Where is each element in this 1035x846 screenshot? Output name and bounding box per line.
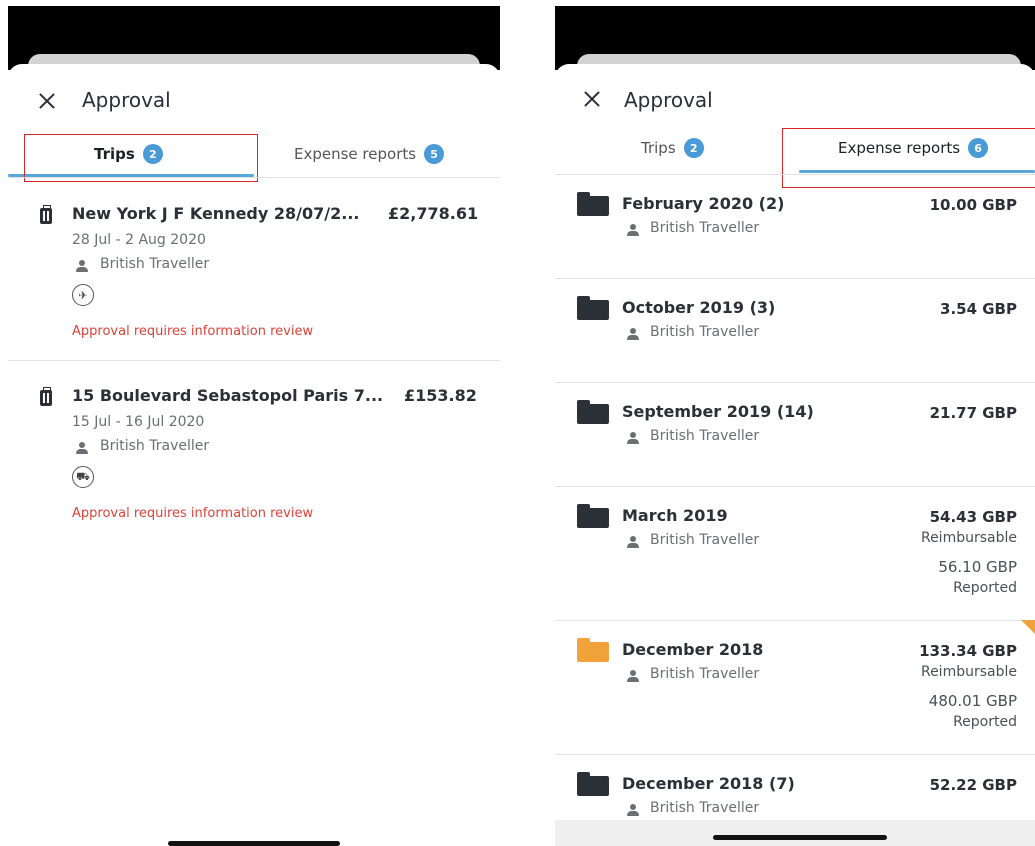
tab-trips[interactable]: Trips 2 [641, 138, 704, 158]
person-icon [627, 432, 639, 444]
list-item[interactable]: September 2019 (14) 21.77 GBP British Tr… [555, 382, 1035, 486]
list-item[interactable]: March 2019 54.43 GBP Reimbursable 56.10 … [555, 486, 1035, 620]
report-title: October 2019 (3) [622, 298, 776, 317]
amount-label: Reimbursable [920, 530, 1017, 546]
traveller-name: British Traveller [650, 666, 760, 682]
folder-icon [577, 296, 609, 320]
report-title: December 2018 (7) [622, 774, 795, 793]
traveller-name: British Traveller [100, 438, 210, 454]
list-item[interactable]: December 2018 (7) 52.22 GBP British Trav… [555, 754, 1035, 816]
person-icon [627, 224, 639, 236]
tab-label: Expense reports [294, 145, 417, 163]
tab-expense-reports[interactable]: Expense reports 5 [294, 144, 445, 164]
list-item[interactable]: February 2020 (2) 10.00 GBP British Trav… [555, 174, 1035, 278]
traveller-name: British Traveller [650, 532, 760, 548]
home-indicator [713, 835, 887, 840]
trip-amount: £2,778.61 [388, 204, 479, 223]
right-screen: Approval Trips 2 Expense reports 6 Febru… [555, 6, 1035, 846]
list-item[interactable]: 15 Boulevard Sebastopol Paris 7... £153.… [8, 360, 500, 542]
traveller-name: British Traveller [100, 256, 210, 272]
folder-icon [577, 400, 609, 424]
person-icon [627, 804, 639, 816]
person-icon [76, 260, 88, 272]
report-amount: 10.00 GBP [929, 196, 1017, 214]
trip-dates: 15 Jul - 16 Jul 2020 [72, 414, 205, 430]
car-icon: ⛟ [72, 466, 94, 488]
left-screen: Approval Trips 2 Expense reports 5 New Y… [8, 6, 500, 846]
page-title: Approval [82, 88, 171, 112]
traveller-name: British Traveller [650, 428, 760, 444]
reported-amount: 480.01 GBP [928, 692, 1017, 710]
count-badge: 5 [424, 144, 445, 164]
amount-label: Reimbursable [920, 664, 1017, 680]
folder-icon [577, 638, 609, 662]
traveller-name: British Traveller [650, 220, 760, 236]
trip-title: 15 Boulevard Sebastopol Paris 7... [72, 386, 384, 405]
person-icon [627, 670, 639, 682]
luggage-icon [40, 205, 52, 224]
traveller-name: British Traveller [650, 800, 760, 816]
approval-sheet: Approval Trips 2 Expense reports 5 New Y… [8, 64, 500, 846]
folder-icon [577, 192, 609, 216]
folder-icon [577, 772, 609, 796]
report-amount: 54.43 GBP [929, 508, 1017, 526]
trip-amount: £153.82 [404, 386, 477, 405]
person-icon [76, 442, 88, 454]
flag-corner [1021, 620, 1035, 634]
list-item[interactable]: December 2018 133.34 GBP Reimbursable 48… [555, 620, 1035, 754]
traveller-name: British Traveller [650, 324, 760, 340]
trip-dates: 28 Jul - 2 Aug 2020 [72, 232, 206, 248]
person-icon [627, 536, 639, 548]
highlight-box [24, 134, 258, 182]
home-indicator [168, 841, 340, 846]
warning-text: Approval requires information review [72, 324, 314, 339]
home-bar-area [555, 820, 1035, 846]
report-amount: 52.22 GBP [929, 776, 1017, 794]
reported-amount: 56.10 GBP [938, 558, 1017, 576]
folder-icon [577, 504, 609, 528]
close-icon[interactable] [581, 88, 603, 110]
luggage-icon [40, 387, 52, 406]
report-title: December 2018 [622, 640, 764, 659]
person-icon [627, 328, 639, 340]
report-title: February 2020 (2) [622, 194, 785, 213]
report-amount: 21.77 GBP [929, 404, 1017, 422]
warning-text: Approval requires information review [72, 506, 314, 521]
approval-sheet: Approval Trips 2 Expense reports 6 Febru… [555, 64, 1035, 846]
count-badge: 2 [683, 138, 704, 158]
report-amount: 133.34 GBP [919, 642, 1017, 660]
reported-label: Reported [953, 580, 1017, 596]
list-item[interactable]: October 2019 (3) 3.54 GBP British Travel… [555, 278, 1035, 382]
tab-label: Trips [641, 139, 676, 157]
reported-label: Reported [953, 714, 1017, 730]
page-title: Approval [624, 88, 713, 112]
trip-title: New York J F Kennedy 28/07/2... [72, 204, 360, 223]
report-title: September 2019 (14) [622, 402, 814, 421]
close-icon[interactable] [36, 90, 58, 112]
list-item[interactable]: New York J F Kennedy 28/07/2... £2,778.6… [8, 178, 500, 360]
plane-icon: ✈ [72, 284, 94, 306]
report-amount: 3.54 GBP [940, 300, 1017, 318]
report-title: March 2019 [622, 506, 728, 525]
